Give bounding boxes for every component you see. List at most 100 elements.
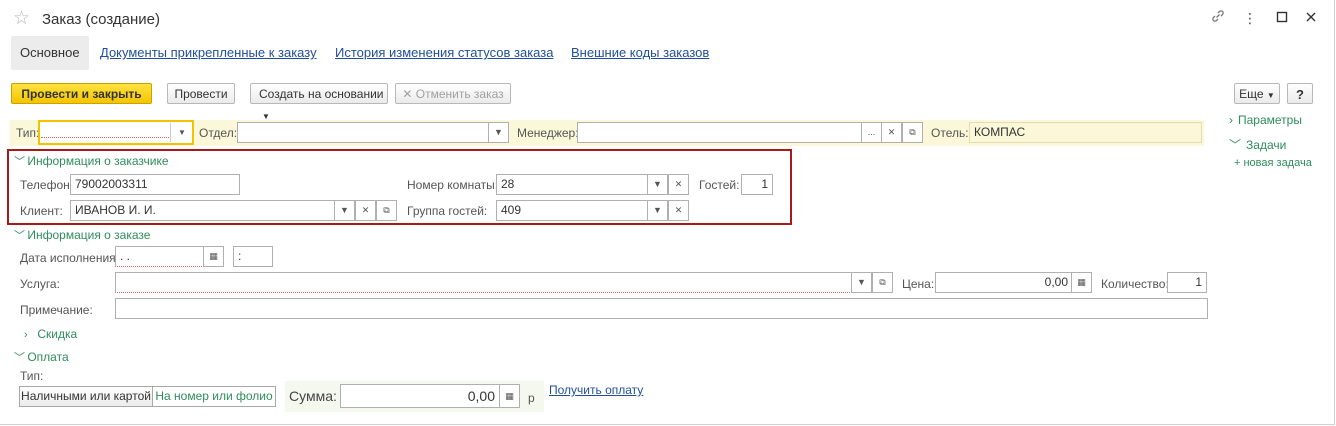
guest-group-clear-icon[interactable]: ✕ <box>668 200 689 221</box>
guests-field[interactable]: 1 <box>741 174 773 195</box>
payment-option-cash[interactable]: Наличными или картой <box>19 386 153 407</box>
payment-group-title: Оплата <box>27 350 69 364</box>
create-based-on-label: Создать на основании <box>259 87 384 101</box>
service-field[interactable] <box>115 272 852 293</box>
manager-select-icon[interactable]: ... <box>861 122 882 143</box>
guest-group-value: 409 <box>501 203 522 217</box>
order-group-title: Информация о заказе <box>27 228 151 242</box>
chevron-down-icon: ﹀ <box>14 352 25 364</box>
more-label: Еще <box>1239 87 1264 101</box>
payment-group-header[interactable]: ﹀ Оплата <box>14 349 69 366</box>
tab-attached-docs[interactable]: Документы прикрепленные к заказу <box>100 44 317 62</box>
post-button[interactable]: Провести <box>167 83 235 104</box>
price-calculator-icon[interactable]: ▦ <box>1071 272 1092 293</box>
type-label: Тип: <box>16 126 40 140</box>
receive-payment-link[interactable]: Получить оплату <box>549 383 643 397</box>
payment-type-label: Тип: <box>20 369 44 383</box>
chevron-right-icon: › <box>1229 113 1233 127</box>
cancel-x-icon: ✕ <box>402 87 413 101</box>
maximize-icon[interactable] <box>1271 8 1293 28</box>
service-open-icon[interactable]: ⧉ <box>872 272 893 293</box>
date-label: Дата исполнения: <box>20 251 119 265</box>
discount-group-header[interactable]: › Скидка <box>24 326 77 343</box>
discount-title: Скидка <box>37 327 78 341</box>
dept-field[interactable] <box>237 122 489 143</box>
quantity-value: 1 <box>1195 275 1202 289</box>
more-button[interactable]: Еще ▼ <box>1234 83 1280 104</box>
side-params-label: Параметры <box>1238 113 1302 127</box>
date-field[interactable]: . . <box>115 246 204 267</box>
sum-label: Сумма: <box>289 388 337 404</box>
type-dropdown-icon[interactable]: ▼ <box>170 123 193 142</box>
more-vertical-icon[interactable]: ⋮ <box>1239 8 1261 28</box>
side-params[interactable]: › Параметры <box>1229 113 1302 127</box>
type-required-underline <box>41 137 169 138</box>
client-field[interactable]: ИВАНОВ И. И. <box>70 200 335 221</box>
client-label: Клиент: <box>20 204 63 218</box>
customer-group-title: Информация о заказчике <box>27 154 169 168</box>
sum-value: 0,00 <box>467 388 495 404</box>
room-clear-icon[interactable]: ✕ <box>668 174 689 195</box>
date-value: . . <box>120 249 131 263</box>
order-group-header[interactable]: ﹀ Информация о заказе <box>14 227 150 244</box>
tab-external-codes[interactable]: Внешние коды заказов <box>571 44 709 62</box>
service-label: Услуга: <box>20 277 60 291</box>
guests-label: Гостей: <box>699 178 740 192</box>
tab-main[interactable]: Основное <box>11 36 89 70</box>
tab-status-history[interactable]: История изменения статусов заказа <box>335 44 553 62</box>
note-label: Примечание: <box>20 303 93 317</box>
client-clear-icon[interactable]: ✕ <box>355 200 376 221</box>
sum-field[interactable]: 0,00 <box>340 384 500 408</box>
time-field[interactable]: : <box>233 246 273 267</box>
side-tasks[interactable]: ﹀ Задачи <box>1229 136 1286 153</box>
manager-clear-icon[interactable]: ✕ <box>881 122 902 143</box>
calendar-icon[interactable]: ▦ <box>203 246 224 267</box>
chevron-down-icon: ﹀ <box>14 156 25 168</box>
create-based-on-button[interactable]: Создать на основании ▼ <box>250 83 388 121</box>
manager-label: Менеджер: <box>517 126 579 140</box>
dropdown-arrow-icon: ▼ <box>1266 91 1275 100</box>
service-dropdown-icon[interactable]: ▼ <box>851 272 872 293</box>
guest-group-field[interactable]: 409 <box>496 200 648 221</box>
room-value: 28 <box>501 177 515 191</box>
cancel-order-button[interactable]: ✕ Отменить заказ <box>395 83 511 104</box>
dept-dropdown-icon[interactable]: ▼ <box>488 122 509 143</box>
chevron-right-icon: › <box>24 329 28 341</box>
window-title: Заказ (создание) <box>42 11 160 28</box>
guest-group-dropdown-icon[interactable]: ▼ <box>647 200 668 221</box>
manager-open-icon[interactable]: ⧉ <box>902 122 923 143</box>
side-tasks-label: Задачи <box>1246 138 1287 152</box>
help-button[interactable]: ? <box>1287 83 1313 104</box>
hotel-label: Отель: <box>931 126 969 140</box>
currency-label: р <box>528 391 535 405</box>
dept-label: Отдел: <box>199 126 238 140</box>
cancel-order-label: Отменить заказ <box>415 87 504 101</box>
room-dropdown-icon[interactable]: ▼ <box>647 174 668 195</box>
note-field[interactable] <box>115 298 1208 319</box>
client-value: ИВАНОВ И. И. <box>75 203 156 217</box>
chevron-down-icon: ﹀ <box>14 230 25 242</box>
new-task-link[interactable]: + новая задача <box>1234 157 1312 169</box>
price-field[interactable]: 0,00 <box>935 272 1072 293</box>
link-icon[interactable] <box>1207 8 1229 28</box>
phone-value: 79002003311 <box>75 177 148 191</box>
quantity-label: Количество: <box>1101 277 1169 291</box>
client-open-icon[interactable]: ⧉ <box>376 200 397 221</box>
client-dropdown-icon[interactable]: ▼ <box>334 200 355 221</box>
guest-group-label: Группа гостей: <box>407 204 488 218</box>
manager-field[interactable] <box>577 122 862 143</box>
quantity-field[interactable]: 1 <box>1167 272 1207 293</box>
payment-option-room[interactable]: На номер или фолио <box>152 386 276 407</box>
chevron-down-icon: ﹀ <box>1229 138 1242 152</box>
room-field[interactable]: 28 <box>496 174 648 195</box>
sum-calculator-icon[interactable]: ▦ <box>499 384 520 408</box>
price-value: 0,00 <box>1044 275 1068 289</box>
time-value: : <box>238 249 242 263</box>
phone-field[interactable]: 79002003311 <box>70 174 240 195</box>
customer-group-header[interactable]: ﹀ Информация о заказчике <box>14 153 169 170</box>
hotel-field: КОМПАС <box>969 122 1202 143</box>
favorite-star-icon[interactable]: ☆ <box>13 7 30 30</box>
close-icon[interactable] <box>1300 8 1322 28</box>
post-and-close-button[interactable]: Провести и закрыть <box>11 83 152 104</box>
hotel-value: КОМПАС <box>974 125 1026 139</box>
